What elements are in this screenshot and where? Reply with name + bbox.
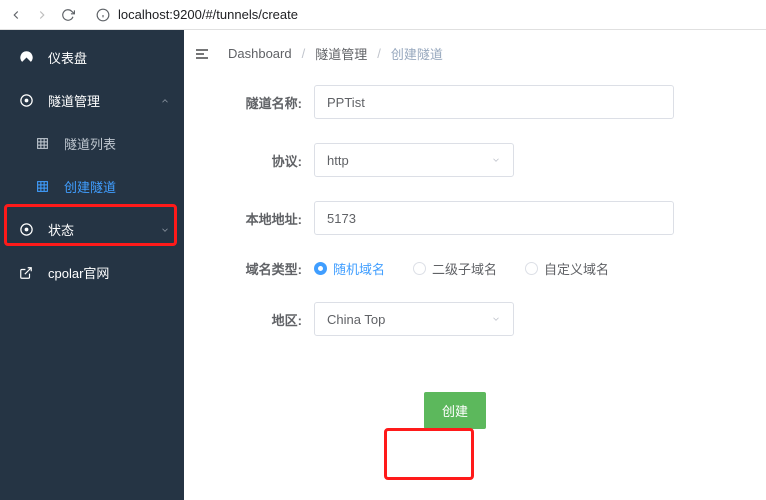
back-button[interactable] (8, 8, 24, 22)
crumb-separator: / (302, 46, 306, 61)
crumb-create: 创建隧道 (391, 44, 443, 63)
sidebar: 仪表盘 隧道管理 隧道列表 创建隧道 状态 cpolar官网 (0, 30, 184, 500)
chevron-up-icon (160, 96, 170, 106)
protocol-value: http (327, 153, 349, 168)
sidebar-item-label: cpolar官网 (48, 263, 109, 282)
chevron-down-icon (160, 225, 170, 235)
sidebar-item-tunnel-list[interactable]: 隧道列表 (0, 122, 184, 165)
menu-toggle-icon[interactable] (194, 46, 210, 62)
label-domain-type: 域名类型: (214, 259, 314, 278)
radio-label: 自定义域名 (544, 259, 609, 278)
radio-circle (525, 262, 538, 275)
label-protocol: 协议: (214, 151, 314, 170)
external-link-icon (18, 265, 34, 281)
tunnel-name-input[interactable] (314, 85, 674, 119)
tunnels-icon (18, 93, 34, 109)
label-local-addr: 本地地址: (214, 209, 314, 228)
create-button[interactable]: 创建 (424, 392, 486, 429)
radio-label: 二级子域名 (432, 259, 497, 278)
sidebar-item-label: 创建隧道 (64, 177, 116, 196)
radio-random-domain[interactable]: 随机域名 (314, 259, 385, 278)
grid-icon (34, 136, 50, 152)
url-text: localhost:9200/#/tunnels/create (118, 7, 298, 22)
crumb-separator: / (377, 46, 381, 61)
sidebar-item-cpolar[interactable]: cpolar官网 (0, 251, 184, 294)
sidebar-item-create-tunnel[interactable]: 创建隧道 (0, 165, 184, 208)
status-icon (18, 222, 34, 238)
crumb-dashboard[interactable]: Dashboard (228, 46, 292, 61)
sidebar-item-label: 仪表盘 (48, 48, 87, 67)
sidebar-item-status[interactable]: 状态 (0, 208, 184, 251)
chevron-down-icon (491, 314, 501, 324)
sidebar-item-label: 隧道管理 (48, 91, 100, 110)
radio-label: 随机域名 (333, 259, 385, 278)
crumb-tunnels[interactable]: 隧道管理 (315, 44, 367, 63)
label-region: 地区: (214, 310, 314, 329)
radio-circle (413, 262, 426, 275)
protocol-select[interactable]: http (314, 143, 514, 177)
highlight-box-button (384, 428, 474, 480)
reload-button[interactable] (60, 8, 76, 22)
radio-circle (314, 262, 327, 275)
radio-subdomain[interactable]: 二级子域名 (413, 259, 497, 278)
address-bar[interactable]: localhost:9200/#/tunnels/create (86, 4, 758, 25)
sidebar-item-label: 状态 (48, 220, 74, 239)
radio-custom-domain[interactable]: 自定义域名 (525, 259, 609, 278)
sidebar-item-label: 隧道列表 (64, 134, 116, 153)
breadcrumb: Dashboard / 隧道管理 / 创建隧道 (194, 44, 742, 63)
local-addr-input[interactable] (314, 201, 674, 235)
grid-icon (34, 179, 50, 195)
info-icon (96, 8, 110, 22)
label-tunnel-name: 隧道名称: (214, 93, 314, 112)
tunnel-form: 隧道名称: 协议: http 本地地址: 域名类型: 随机域名 二级子域名 (194, 85, 742, 429)
sidebar-item-tunnels[interactable]: 隧道管理 (0, 79, 184, 122)
chevron-down-icon (491, 155, 501, 165)
dashboard-icon (18, 50, 34, 66)
browser-toolbar: localhost:9200/#/tunnels/create (0, 0, 766, 30)
sidebar-item-dashboard[interactable]: 仪表盘 (0, 36, 184, 79)
content-area: Dashboard / 隧道管理 / 创建隧道 隧道名称: 协议: http 本… (184, 30, 766, 500)
region-value: China Top (327, 312, 385, 327)
forward-button[interactable] (34, 8, 50, 22)
region-select[interactable]: China Top (314, 302, 514, 336)
